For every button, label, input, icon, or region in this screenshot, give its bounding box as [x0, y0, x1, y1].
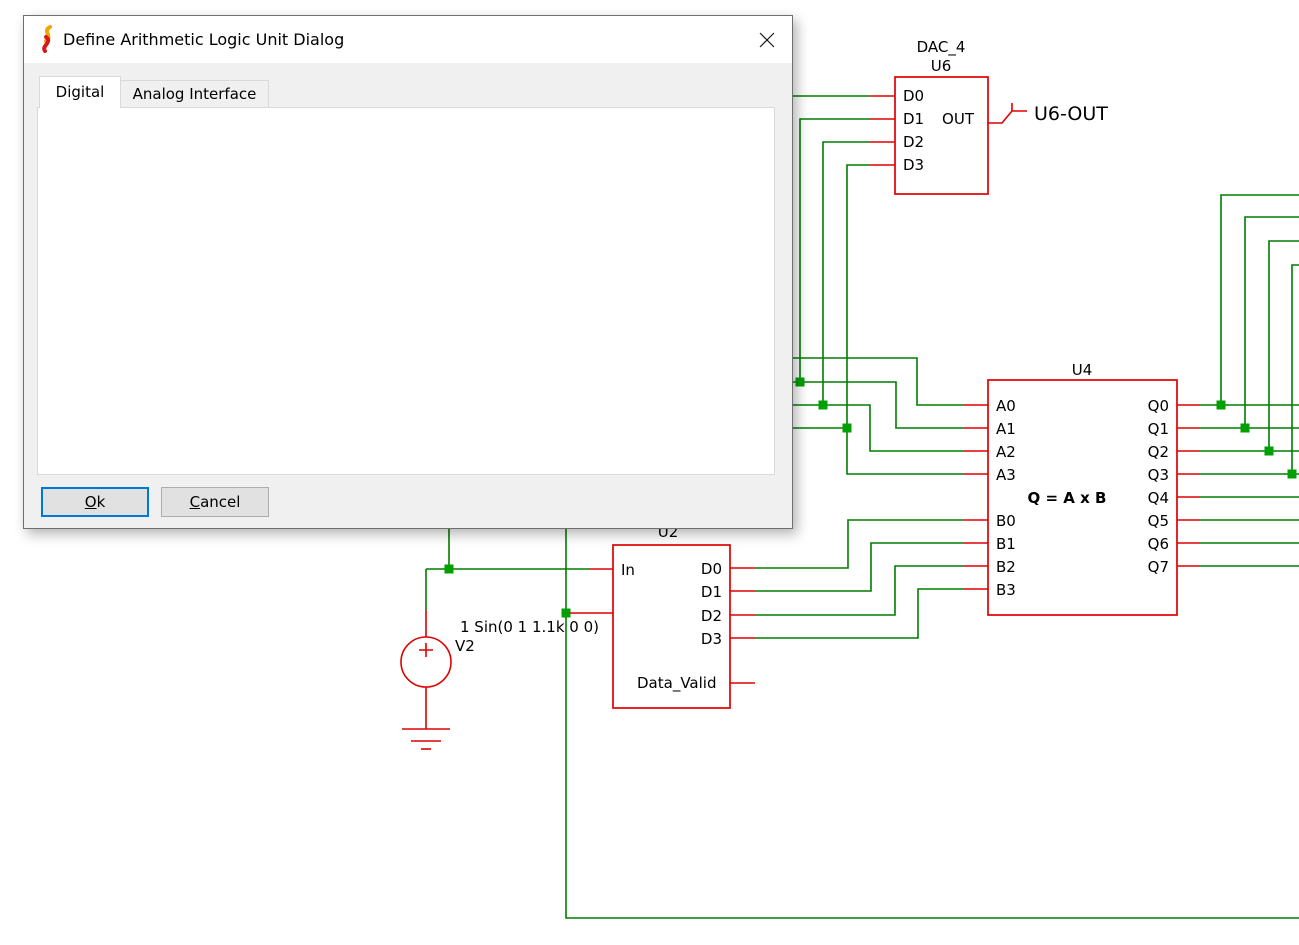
u4-pin-label: Q3: [1148, 466, 1169, 484]
u4-function-label: Q = A x B: [1028, 489, 1107, 507]
u4-pin-label: A3: [996, 466, 1016, 484]
application-window: DAC_4 U6 D0 D1 D2 D3 OUT U6-OUT U4 A0 A1…: [0, 0, 1299, 945]
cancel-button[interactable]: Cancel: [161, 487, 269, 517]
v2-component[interactable]: [401, 610, 451, 749]
u2-pin-label: D1: [701, 583, 722, 601]
junction-dot: [1288, 470, 1297, 479]
u4-pin-label: A1: [996, 420, 1016, 438]
app-logo-icon: [37, 25, 57, 53]
u4-pin-label: Q2: [1148, 443, 1169, 461]
junction-dot: [843, 424, 852, 433]
ground-icon: [402, 729, 450, 749]
u6-pin-label: D1: [903, 110, 924, 128]
wire-q3-branch: [1292, 265, 1299, 474]
tab-digital[interactable]: Digital: [39, 76, 121, 108]
u4-pin-label: Q5: [1148, 512, 1169, 530]
u4-pin-label: Q4: [1148, 489, 1169, 507]
u6-pin-label: D2: [903, 133, 924, 151]
u4-pin-label: B0: [996, 512, 1016, 530]
u6-ref-label: U6: [931, 57, 952, 75]
tab-analog-interface[interactable]: Analog Interface: [121, 80, 269, 108]
u4-pin-label: Q1: [1148, 420, 1169, 438]
wire-u6-d3: [847, 165, 870, 428]
u4-pin-label: Q0: [1148, 397, 1169, 415]
tab-page-digital: [37, 107, 775, 475]
alu-dialog: Define Arithmetic Logic Unit Dialog Digi…: [23, 15, 793, 529]
u4-pin-label: B1: [996, 535, 1016, 553]
junction-dot: [562, 609, 571, 618]
u6-out-net-label: U6-OUT: [1034, 103, 1108, 125]
u2-pin-label: D2: [701, 607, 722, 625]
u4-pin-label: B3: [996, 581, 1016, 599]
junction-dot: [819, 401, 828, 410]
close-icon[interactable]: [757, 30, 777, 50]
u6-type-label: DAC_4: [917, 38, 966, 57]
u4-pin-label: A0: [996, 397, 1016, 415]
wire-b1: [755, 543, 963, 591]
u2-pin-label: D0: [701, 560, 722, 578]
u4-pin-label: Q7: [1148, 558, 1169, 576]
u2-pin-label: Data_Valid: [637, 674, 716, 693]
u4-ref-label: U4: [1072, 361, 1093, 379]
wire-b3: [755, 589, 963, 638]
junction-dot: [1265, 447, 1274, 456]
u4-pin-label: Q6: [1148, 535, 1169, 553]
junction-dot: [1217, 401, 1226, 410]
u6-out-pin-label: OUT: [942, 110, 975, 128]
wire-q0-branch: [1221, 195, 1299, 405]
dialog-title: Define Arithmetic Logic Unit Dialog: [63, 16, 344, 63]
wire-u6-d1: [800, 119, 870, 382]
terminal-symbol: [1012, 103, 1027, 111]
v2-value-label: 1 Sin(0 1 1.1k 0 0): [460, 618, 599, 636]
junction-dot: [796, 378, 805, 387]
u6-pin-label: D0: [903, 87, 924, 105]
u2-pin-label: In: [621, 561, 635, 579]
v2-ref-label: V2: [455, 637, 475, 655]
wire-q2-branch: [1269, 241, 1299, 451]
dialog-titlebar[interactable]: Define Arithmetic Logic Unit Dialog: [24, 16, 792, 63]
wire-q1-branch: [1245, 217, 1299, 428]
u4-pin-label: B2: [996, 558, 1016, 576]
u4-pin-label: A2: [996, 443, 1016, 461]
junction-dot: [1241, 424, 1250, 433]
u6-pin-label: D3: [903, 156, 924, 174]
ok-button[interactable]: Ok: [41, 487, 149, 517]
u2-pin-label: D3: [701, 630, 722, 648]
junction-dot: [445, 565, 454, 574]
